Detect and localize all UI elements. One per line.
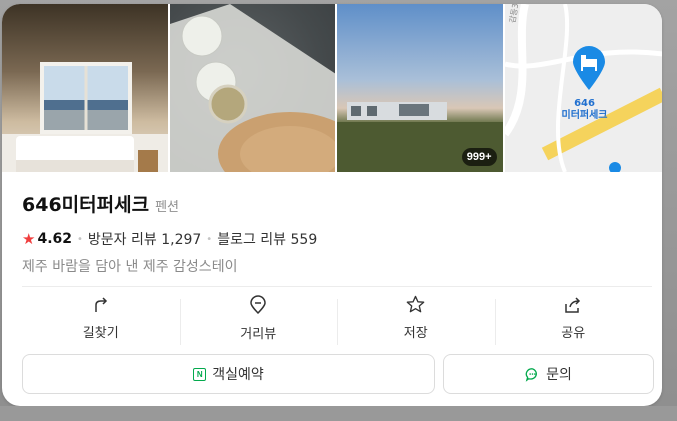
- street-view-button[interactable]: 거리뷰: [179, 289, 338, 347]
- visitor-reviews-link[interactable]: 방문자 리뷰 1,297: [88, 229, 201, 249]
- title-row: 646미터퍼세크 펜션: [22, 190, 652, 217]
- exterior-illustration: [337, 102, 503, 172]
- photo-drinks[interactable]: [169, 4, 335, 172]
- photo-strip: 999+ 감동3길 646 미터퍼세크: [2, 4, 662, 172]
- place-category: 펜션: [155, 200, 179, 215]
- save-label: 저장: [403, 326, 428, 341]
- action-bar: 길찾기 거리뷰 저장 공유: [22, 289, 652, 347]
- rating-value: 4.62: [37, 231, 72, 247]
- photo-room[interactable]: [2, 4, 168, 172]
- separator-dot: •: [77, 233, 83, 245]
- place-card: 999+ 감동3길 646 미터퍼세크 646미터퍼세크 펜션 ★ 4.62 •…: [2, 4, 662, 406]
- divider: [22, 286, 652, 287]
- share-label: 공유: [561, 325, 586, 341]
- separator-dot: •: [206, 233, 213, 245]
- map-pin-icon: [572, 46, 605, 90]
- room-illustration: [2, 62, 168, 172]
- chat-icon: [525, 367, 538, 382]
- directions-label: 길찾기: [82, 325, 119, 341]
- star-icon: ★: [22, 230, 36, 248]
- review-stats: ★ 4.62 • 방문자 리뷰 1,297 • 블로그 리뷰 559: [22, 229, 652, 249]
- map-thumbnail[interactable]: 감동3길 646 미터퍼세크: [504, 4, 662, 172]
- map-place-label: 646 미터퍼세크: [561, 98, 608, 121]
- blog-reviews-link[interactable]: 블로그 리뷰 559: [217, 229, 317, 249]
- photo-exterior[interactable]: 999+: [337, 4, 503, 172]
- save-button[interactable]: 저장: [337, 289, 495, 347]
- inquiry-button[interactable]: 문의: [443, 354, 654, 394]
- star-outline-icon: [406, 295, 425, 313]
- place-name[interactable]: 646미터퍼세크: [22, 190, 149, 217]
- book-room-button[interactable]: N 객실예약: [22, 354, 435, 394]
- place-info: 646미터퍼세크 펜션 ★ 4.62 • 방문자 리뷰 1,297 • 블로그 …: [22, 190, 652, 276]
- directions-button[interactable]: 길찾기: [22, 289, 180, 347]
- naver-booking-icon: N: [193, 367, 207, 381]
- book-room-label: 객실예약: [212, 367, 264, 383]
- bottom-buttons: N 객실예약 문의: [22, 354, 654, 394]
- inquiry-label: 문의: [546, 367, 572, 383]
- share-button[interactable]: 공유: [494, 289, 653, 347]
- page-bottom-edge: [0, 406, 677, 421]
- place-description: 제주 바람을 담아 낸 제주 감성스테이: [22, 259, 238, 275]
- share-icon: [565, 296, 581, 313]
- photo-count-badge[interactable]: 999+: [461, 148, 497, 166]
- street-view-label: 거리뷰: [240, 326, 277, 342]
- street-view-icon: [250, 294, 267, 314]
- directions-icon: [95, 296, 107, 312]
- drinks-illustration: [169, 4, 335, 172]
